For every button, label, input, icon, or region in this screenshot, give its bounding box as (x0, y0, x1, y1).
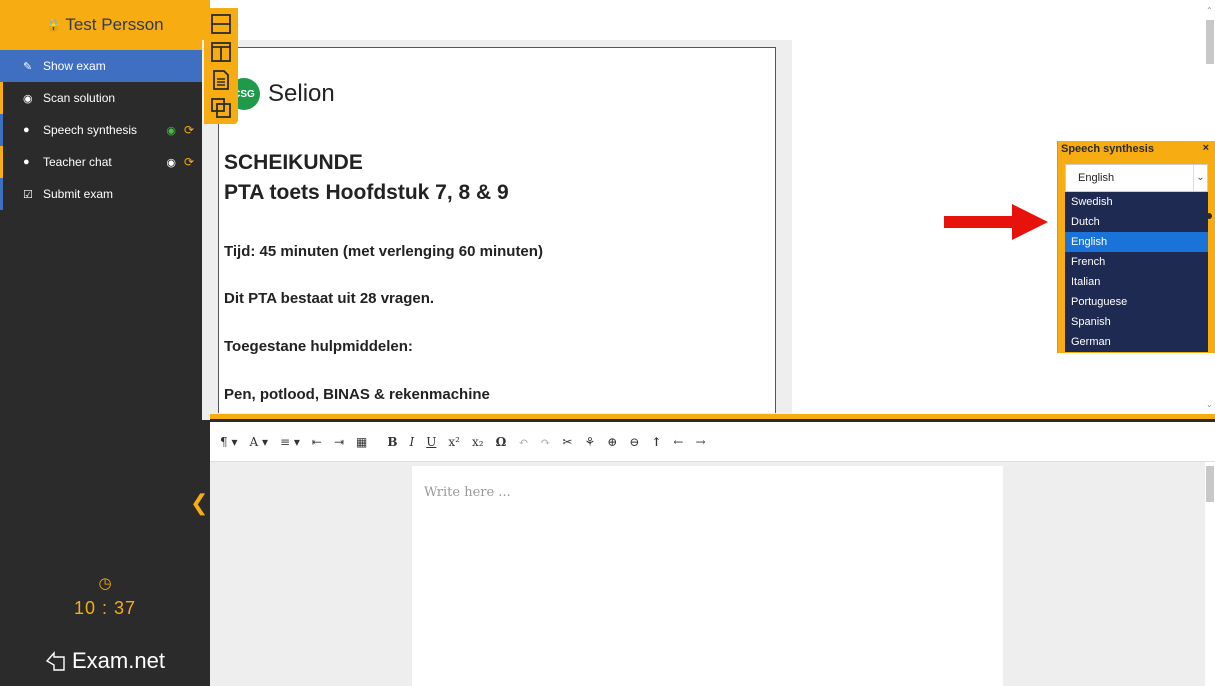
zoom-in-button[interactable]: ⊕ (607, 435, 617, 449)
check-square-icon: ☑ (23, 188, 33, 201)
language-dropdown: Swedish Dutch English French Italian Por… (1065, 192, 1208, 352)
annotation-arrow-icon (944, 204, 1048, 240)
status-target-icon: ◉ (166, 156, 176, 169)
language-option-spanish[interactable]: Spanish (1065, 312, 1208, 332)
sidebar-item-label: Speech synthesis (43, 123, 138, 137)
resize-handle[interactable] (1206, 213, 1212, 219)
selion-brand: CSG Selion (228, 78, 335, 110)
exam-timer: ◷ 10 : 37 (0, 574, 210, 619)
pencil-square-icon: ✎ (23, 60, 33, 73)
refresh-icon[interactable]: ⟳ (184, 123, 194, 137)
language-option-german[interactable]: German (1065, 332, 1208, 352)
logo-text: Exam.net (72, 648, 165, 673)
arrow-right-button[interactable]: → (695, 435, 705, 449)
scroll-up-icon[interactable]: ⌃ (1206, 6, 1213, 15)
exam-info-line: Toegestane hulpmiddelen: (224, 338, 413, 355)
underline-button[interactable]: U (426, 435, 436, 449)
user-header: 🔒 Test Persson (0, 0, 210, 50)
refresh-icon[interactable]: ⟳ (184, 155, 194, 169)
redo-button[interactable]: ↷ (540, 435, 550, 449)
language-option-french[interactable]: French (1065, 252, 1208, 272)
italic-button[interactable]: I (410, 435, 415, 449)
exam-info-line: Dit PTA bestaat uit 28 vragen. (224, 290, 435, 307)
undo-button[interactable]: ↶ (518, 435, 528, 449)
chevron-down-icon[interactable]: ⌄ (1193, 165, 1207, 191)
exam-info-line: Pen, potlood, BINAS & rekenmachine (224, 386, 490, 403)
exam-subject: SCHEIKUNDE (224, 151, 363, 174)
language-option-italian[interactable]: Italian (1065, 272, 1208, 292)
exam-net-logo: Exam.net (44, 648, 165, 674)
lock-icon: 🔒 (46, 18, 62, 32)
sidebar-item-scan-solution[interactable]: ◉ Scan solution (0, 82, 210, 114)
sidebar-item-speech-synthesis[interactable]: ● Speech synthesis ◉ ⟳ (0, 114, 210, 146)
outdent-button[interactable]: ⇤ (312, 435, 322, 449)
scroll-down-icon[interactable]: ⌄ (1206, 400, 1213, 409)
puzzle-button[interactable]: ⚘ (584, 435, 595, 449)
split-vertical-icon[interactable] (210, 41, 232, 63)
bold-button[interactable]: B (387, 435, 397, 449)
sidebar-item-label: Scan solution (43, 91, 116, 105)
brand-name: Selion (268, 80, 335, 107)
exam-title: PTA toets Hoofdstuk 7, 8 & 9 (224, 181, 509, 204)
chat-bubbles-icon: ● (23, 156, 30, 168)
sidebar-item-label: Submit exam (43, 187, 114, 201)
table-button[interactable]: ▦ (356, 435, 367, 449)
user-name: Test Persson (65, 15, 164, 34)
sidebar-item-show-exam[interactable]: ✎ Show exam (0, 50, 210, 82)
language-option-dutch[interactable]: Dutch (1065, 212, 1208, 232)
exam-heading: SCHEIKUNDE PTA toets Hoofdstuk 7, 8 & 9 (224, 148, 509, 208)
editor-toolbar: ¶ ▾ A ▾ ≡ ▾ ⇤ ⇥ ▦ B I U x² x₂ Ω ↶ ↷ ✂ ⚘ … (210, 422, 1215, 462)
subscript-button[interactable]: x₂ (472, 435, 484, 449)
arrow-up-button[interactable]: ↑ (651, 435, 661, 449)
layout-switcher (204, 8, 238, 124)
language-option-english[interactable]: English (1065, 232, 1208, 252)
paragraph-format-button[interactable]: ¶ ▾ (220, 435, 237, 449)
indent-button[interactable]: ⇥ (334, 435, 344, 449)
font-button[interactable]: A ▾ (249, 435, 268, 449)
language-selected-value: English (1078, 172, 1115, 184)
timer-value: 10 : 37 (73, 598, 137, 618)
sidebar-item-submit-exam[interactable]: ☑ Submit exam (0, 178, 210, 210)
superscript-button[interactable]: x² (448, 435, 460, 449)
split-horizontal-icon[interactable] (210, 13, 232, 35)
clock-icon: ◷ (98, 575, 112, 592)
exam-document: CSG Selion SCHEIKUNDE PTA toets Hoofdstu… (218, 47, 776, 413)
sidebar: 🔒 Test Persson ✎ Show exam ◉ Scan soluti… (0, 0, 210, 686)
align-button[interactable]: ≡ ▾ (280, 435, 300, 449)
special-character-button[interactable]: Ω (496, 435, 507, 449)
editor-scrollbar-thumb[interactable] (1206, 466, 1214, 502)
camera-icon: ◉ (23, 92, 33, 105)
speech-bubble-icon: ● (23, 124, 30, 136)
sidebar-item-label: Teacher chat (43, 155, 112, 169)
document-icon[interactable] (210, 69, 232, 91)
exam-net-logo-icon (45, 651, 65, 671)
exam-info-line: Tijd: 45 minuten (met verlenging 60 minu… (224, 243, 543, 260)
copy-icon[interactable] (210, 97, 232, 119)
language-option-swedish[interactable]: Swedish (1065, 192, 1208, 212)
exam-scrollbar-thumb[interactable] (1206, 20, 1214, 64)
exam-app: 🔒 Test Persson ✎ Show exam ◉ Scan soluti… (0, 0, 1215, 686)
status-active-icon: ◉ (166, 124, 176, 137)
editor-placeholder: Write here ... (424, 485, 511, 500)
language-option-portuguese[interactable]: Portuguese (1065, 292, 1208, 312)
zoom-out-button[interactable]: ⊖ (629, 435, 639, 449)
close-icon[interactable]: × (1203, 142, 1209, 154)
cut-button[interactable]: ✂ (562, 435, 572, 449)
language-select[interactable]: English ⌄ (1065, 164, 1208, 192)
speech-synthesis-panel: Speech synthesis × English ⌄ Swedish Dut… (1057, 141, 1215, 353)
speech-panel-title: Speech synthesis (1061, 143, 1154, 155)
arrow-left-button[interactable]: ← (673, 435, 683, 449)
sidebar-item-teacher-chat[interactable]: ● Teacher chat ◉ ⟳ (0, 146, 210, 178)
collapse-sidebar-chevron-icon[interactable]: ❮ (190, 490, 208, 516)
sidebar-item-label: Show exam (43, 59, 106, 73)
